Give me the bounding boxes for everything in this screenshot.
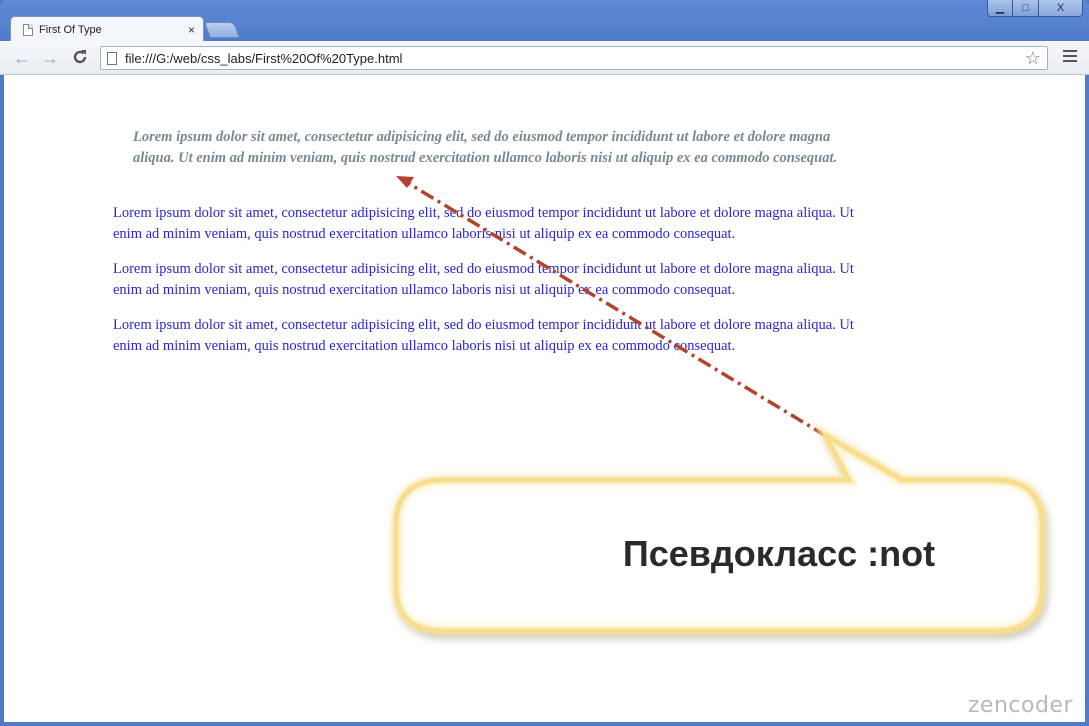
url-text[interactable]: file:///G:/web/css_labs/First%20Of%20Typ…: [125, 51, 1025, 66]
reload-icon-svg: [73, 50, 87, 64]
minimize-button[interactable]: ▁: [987, 0, 1013, 17]
callout-label: Псевдокласс :not: [396, 477, 1044, 631]
tab-title: First Of Type: [39, 23, 102, 36]
maximize-button[interactable]: □: [1013, 0, 1039, 17]
window-caption-buttons: ▁ □ X: [987, 0, 1083, 17]
paragraph: Lorem ipsum dolor sit amet, consectetur …: [113, 205, 854, 242]
paragraph: Lorem ipsum dolor sit amet, consectetur …: [113, 317, 854, 354]
reload-icon[interactable]: [70, 48, 90, 68]
forward-arrow-icon[interactable]: →: [40, 48, 60, 68]
menu-icon-bar: [1063, 50, 1077, 52]
menu-icon-bar: [1063, 60, 1077, 62]
window-bottom-border: [0, 722, 1089, 726]
address-bar[interactable]: file:///G:/web/css_labs/First%20Of%20Typ…: [100, 46, 1048, 70]
bookmark-star-icon[interactable]: ☆: [1025, 47, 1041, 69]
close-window-button[interactable]: X: [1039, 0, 1083, 17]
watermark-logo: zencoder: [967, 693, 1073, 718]
page-icon: [23, 23, 33, 36]
browser-toolbar: ← → file:///G:/web/css_labs/First%20Of%2…: [0, 41, 1089, 75]
paragraph: Lorem ipsum dolor sit amet, consectetur …: [113, 261, 854, 298]
arrowhead-icon: [396, 176, 414, 188]
page-icon: [107, 51, 117, 65]
tab-close-icon[interactable]: ×: [188, 23, 195, 37]
first-paragraph: Lorem ipsum dolor sit amet, consectetur …: [133, 129, 838, 166]
new-tab-button[interactable]: [204, 22, 240, 38]
page-viewport: Lorem ipsum dolor sit amet, consectetur …: [4, 75, 1085, 722]
menu-icon[interactable]: [1063, 50, 1077, 65]
back-arrow-icon[interactable]: ←: [12, 48, 32, 68]
menu-icon-bar: [1063, 55, 1077, 57]
tab-first-of-type[interactable]: First Of Type ×: [10, 16, 204, 42]
callout-text: Псевдокласс :not: [622, 533, 936, 574]
